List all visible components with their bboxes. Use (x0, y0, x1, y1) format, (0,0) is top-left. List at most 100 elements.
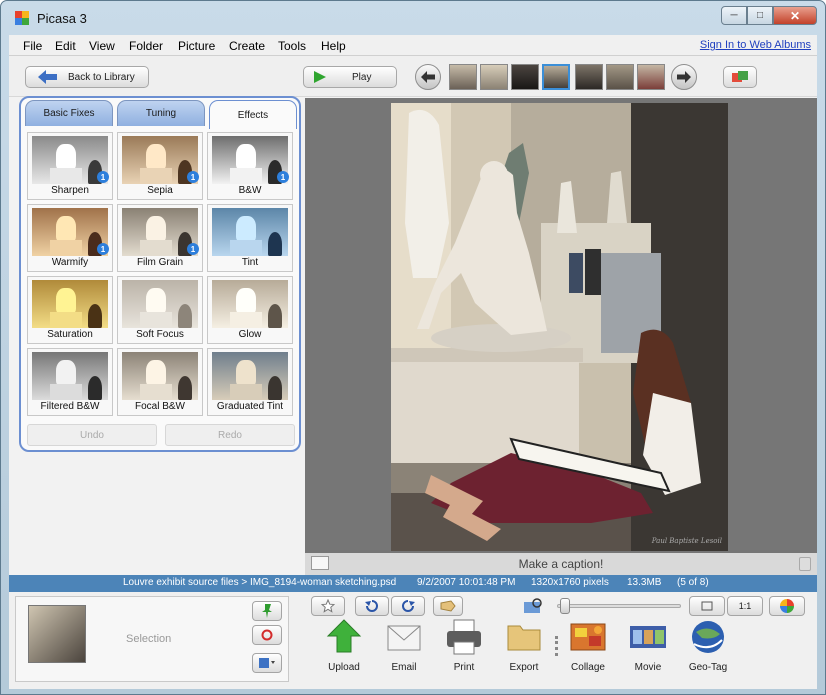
undo-label: Undo (80, 429, 104, 441)
collage-icon (568, 618, 608, 656)
actual-size-label: 1:1 (738, 601, 752, 611)
back-to-library-label: Back to Library (68, 71, 135, 83)
effect-focal-b-w[interactable]: Focal B&W (117, 348, 203, 416)
effect-graduated-tint[interactable]: Graduated Tint (207, 348, 293, 416)
zoom-icon (523, 598, 543, 614)
close-button[interactable]: ✕ (773, 6, 817, 25)
filmstrip-thumb-3[interactable] (511, 64, 539, 90)
menu-view[interactable]: View (89, 39, 115, 53)
filmstrip-thumb-2[interactable] (480, 64, 508, 90)
effect-preview (122, 352, 198, 400)
picasa-share-button[interactable] (769, 596, 805, 616)
tray-thumbnail[interactable] (28, 605, 86, 663)
preview-statue (146, 360, 166, 386)
menu-help[interactable]: Help (321, 39, 346, 53)
previous-photo-button[interactable] (415, 64, 441, 90)
back-to-library-button[interactable]: Back to Library (25, 66, 149, 88)
maximize-button[interactable]: □ (747, 6, 773, 25)
menu-file[interactable]: File (23, 39, 42, 53)
menu-create[interactable]: Create (229, 39, 265, 53)
edit-in-picasa-button[interactable] (723, 66, 757, 88)
tag-icon (440, 600, 456, 612)
effect-sharpen[interactable]: 1 Sharpen (27, 132, 113, 200)
edit-panel: Basic Fixes Tuning Effects 1 Sharpen 1 Sepi… (19, 96, 301, 452)
effect-preview (212, 280, 288, 328)
minimize-button[interactable]: ─ (721, 6, 747, 25)
effect-tint[interactable]: Tint (207, 204, 293, 272)
next-photo-button[interactable] (671, 64, 697, 90)
filmstrip-thumb-7[interactable] (637, 64, 665, 90)
trash-icon[interactable] (799, 557, 811, 571)
menu-picture[interactable]: Picture (178, 39, 215, 53)
status-path: Louvre exhibit source files > IMG_8194-w… (123, 577, 397, 588)
effect-preview (122, 280, 198, 328)
movie-label: Movie (634, 662, 662, 673)
redo-button[interactable]: Redo (165, 424, 295, 446)
tag-button[interactable] (433, 596, 463, 616)
zoom-slider-track[interactable] (557, 598, 681, 614)
title-bar: Picasa 3 ─ □ ✕ (1, 1, 825, 35)
status-position: (5 of 8) (677, 577, 709, 588)
caption-input[interactable]: Make a caption! (305, 557, 817, 571)
clear-tray-button[interactable] (252, 625, 282, 645)
rotate-cw-icon (402, 600, 415, 612)
star-button[interactable] (311, 596, 345, 616)
filmstrip-thumb-4-selected[interactable] (542, 64, 570, 90)
menu-folder[interactable]: Folder (129, 39, 163, 53)
filmstrip-thumb-5[interactable] (575, 64, 603, 90)
effect-label: Film Grain (136, 257, 184, 268)
menu-edit[interactable]: Edit (55, 39, 76, 53)
effect-soft-focus[interactable]: Soft Focus (117, 276, 203, 344)
preview-plinth (50, 384, 82, 400)
preview-plinth (230, 384, 262, 400)
play-button[interactable]: Play (303, 66, 397, 88)
effect-saturation[interactable]: Saturation (27, 276, 113, 344)
effect-glow[interactable]: Glow (207, 276, 293, 344)
upload-label: Upload (328, 662, 360, 673)
star-icon (321, 599, 335, 613)
effect-label: Warmify (51, 257, 89, 268)
email-button[interactable]: Email (379, 618, 429, 682)
tab-effects[interactable]: Effects (209, 100, 297, 129)
album-dropdown-button[interactable] (252, 653, 282, 673)
export-button[interactable]: Export (499, 618, 549, 682)
preview-statue (236, 360, 256, 386)
actual-size-button[interactable]: 1:1 (727, 596, 763, 616)
status-datetime: 9/2/2007 10:01:48 PM (417, 577, 516, 588)
undo-button[interactable]: Undo (27, 424, 157, 446)
zoom-slider-thumb[interactable] (560, 598, 571, 614)
tab-tuning[interactable]: Tuning (117, 100, 205, 126)
play-triangle-icon (314, 71, 326, 83)
hold-pin-button[interactable] (252, 601, 282, 621)
picture-edit-icon (732, 71, 748, 82)
filmstrip-thumb-6[interactable] (606, 64, 634, 90)
movie-button[interactable]: Movie (623, 618, 673, 682)
preview-statue (56, 216, 76, 242)
upload-arrow-icon (324, 618, 364, 656)
geotag-button[interactable]: Geo-Tag (683, 618, 733, 682)
rotate-left-button[interactable] (355, 596, 389, 616)
collage-button[interactable]: Collage (563, 618, 613, 682)
filmstrip-thumb-1[interactable] (449, 64, 477, 90)
status-dimensions: 1320x1760 pixels (531, 577, 609, 588)
print-button[interactable]: Print (439, 618, 489, 682)
sign-in-link[interactable]: Sign In to Web Albums (700, 39, 811, 51)
photo-viewer[interactable]: Paul Baptiste Lesoil (305, 98, 817, 553)
effects-grid: 1 Sharpen 1 Sepia 1 B&W 1 Warmify 1 Film Grain Tin… (27, 132, 295, 418)
picasa-color-icon (780, 599, 794, 613)
fit-to-window-button[interactable] (689, 596, 725, 616)
window-title: Picasa 3 (37, 11, 87, 26)
upload-button[interactable]: Upload (319, 618, 369, 682)
play-label: Play (352, 71, 372, 83)
tab-basic-fixes[interactable]: Basic Fixes (25, 100, 113, 126)
effect-filtered-b-w[interactable]: Filtered B&W (27, 348, 113, 416)
effect-warmify[interactable]: 1 Warmify (27, 204, 113, 272)
effect-sepia[interactable]: 1 Sepia (117, 132, 203, 200)
effect-b-w[interactable]: 1 B&W (207, 132, 293, 200)
effect-label: Glow (238, 329, 262, 340)
menu-tools[interactable]: Tools (278, 39, 306, 53)
rotate-right-button[interactable] (391, 596, 425, 616)
effect-film-grain[interactable]: 1 Film Grain (117, 204, 203, 272)
effect-preview (32, 352, 108, 400)
preview-figure (178, 376, 192, 400)
